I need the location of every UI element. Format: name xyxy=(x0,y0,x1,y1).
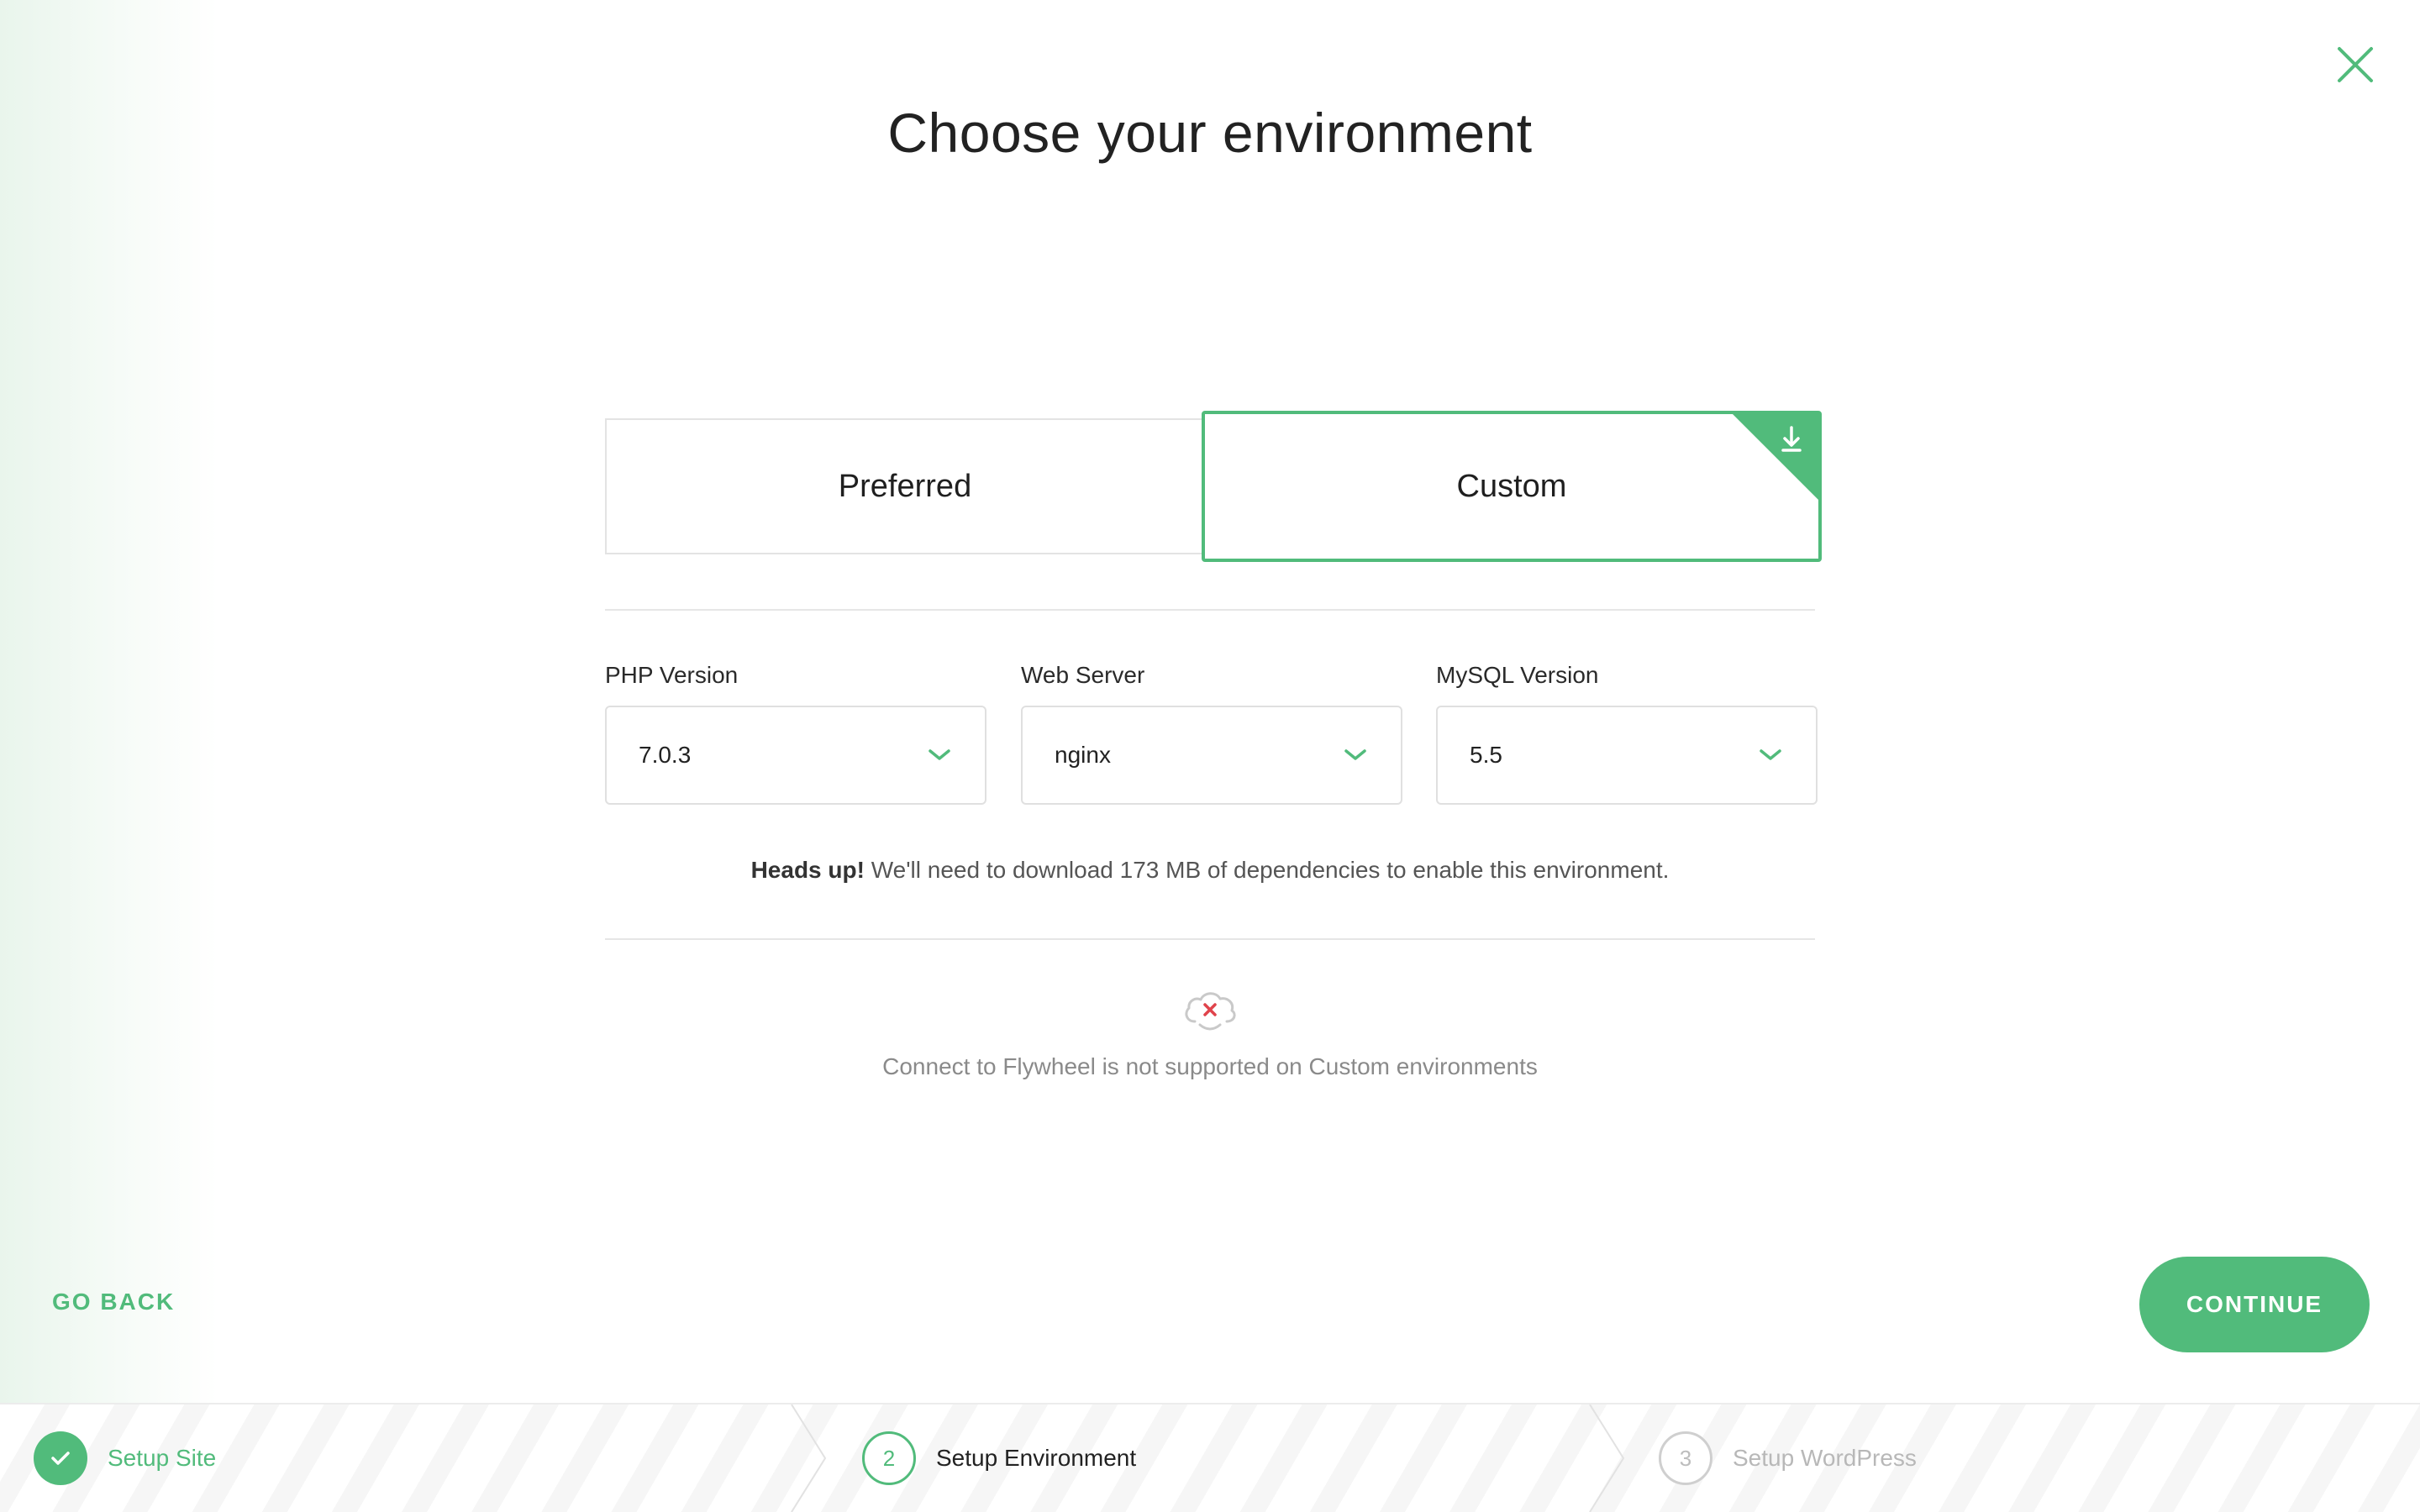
download-notice-text: We'll need to download 173 MB of depende… xyxy=(864,857,1670,883)
mysql-version-value: 5.5 xyxy=(1470,742,1502,768)
step-3-circle: 3 xyxy=(1659,1431,1712,1485)
download-notice: Heads up! We'll need to download 173 MB … xyxy=(0,857,2420,884)
web-server-select[interactable]: nginx xyxy=(1021,706,1402,805)
download-notice-bold: Heads up! xyxy=(750,857,865,883)
tab-preferred[interactable]: Preferred xyxy=(605,418,1203,554)
web-server-value: nginx xyxy=(1055,742,1111,768)
chevron-down-icon xyxy=(1344,749,1366,760)
go-back-button[interactable]: GO BACK xyxy=(52,1289,175,1315)
download-icon xyxy=(1733,414,1818,500)
tab-custom[interactable]: Custom xyxy=(1202,411,1822,562)
continue-button[interactable]: CONTINUE xyxy=(2139,1257,2370,1352)
new-site-wizard: Choose your environment Preferred Custom… xyxy=(0,0,2420,1512)
step-setup-environment: 2 Setup Environment xyxy=(862,1404,1136,1512)
mysql-version-select[interactable]: 5.5 xyxy=(1436,706,1818,805)
step-separator xyxy=(791,1404,827,1512)
page-title: Choose your environment xyxy=(887,102,1533,164)
tab-custom-label: Custom xyxy=(1456,468,1567,504)
step-2-circle: 2 xyxy=(862,1431,916,1485)
mysql-version-label: MySQL Version xyxy=(1436,662,1599,688)
left-gradient-decoration xyxy=(0,0,218,1403)
step-separator xyxy=(1589,1404,1625,1512)
close-button[interactable] xyxy=(2334,44,2376,86)
chevron-down-icon xyxy=(929,749,950,760)
check-icon xyxy=(51,1452,70,1465)
step-setup-wordpress: 3 Setup WordPress xyxy=(1659,1404,1917,1512)
php-version-select[interactable]: 7.0.3 xyxy=(605,706,986,805)
flywheel-notice: Connect to Flywheel is not supported on … xyxy=(882,1053,1538,1079)
step-3-label: Setup WordPress xyxy=(1733,1445,1917,1471)
divider-bottom xyxy=(605,938,1815,940)
step-1-label: Setup Site xyxy=(108,1445,217,1471)
web-server-label: Web Server xyxy=(1021,662,1145,688)
close-icon xyxy=(2338,47,2373,82)
step-1-circle xyxy=(34,1431,87,1485)
chevron-down-icon xyxy=(1760,749,1781,760)
php-version-value: 7.0.3 xyxy=(639,742,692,768)
tab-preferred-label: Preferred xyxy=(838,468,972,504)
progress-stepper: Setup Site 2 Setup Environment 3 Setup W… xyxy=(0,1403,2420,1512)
step-setup-site: Setup Site xyxy=(34,1404,216,1512)
divider-top xyxy=(605,609,1815,611)
step-2-label: Setup Environment xyxy=(936,1445,1137,1471)
cloud-error-icon xyxy=(1185,992,1236,1031)
php-version-label: PHP Version xyxy=(605,662,739,688)
